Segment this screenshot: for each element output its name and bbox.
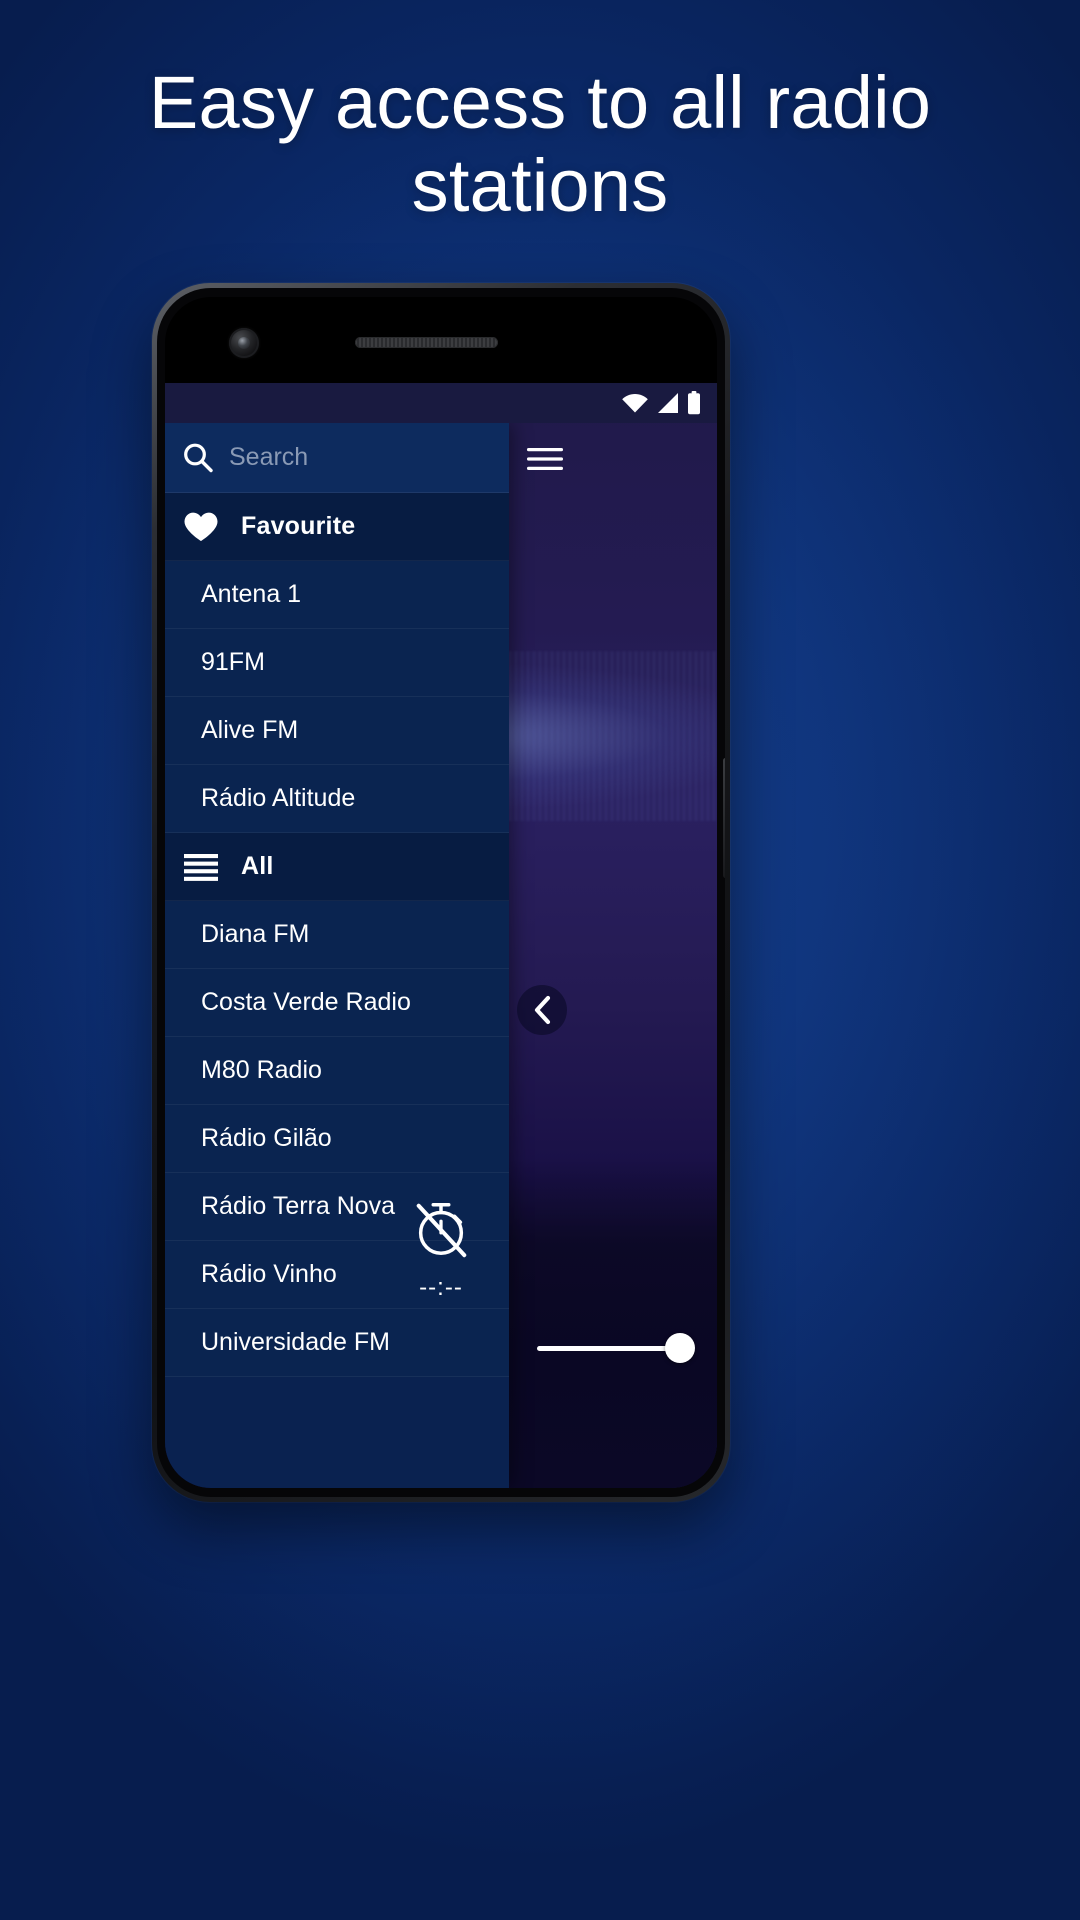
station-list-item[interactable]: Rádio Altitude [165,765,509,833]
section-label: All [241,852,274,880]
station-drawer: Favourite Antena 1 91FM Alive FM Rádio A… [165,423,551,1488]
front-camera-icon [229,328,259,358]
list-icon [183,853,221,881]
station-list-item[interactable]: Diana FM [165,901,509,969]
search-bar[interactable] [165,423,551,493]
page-headline: Easy access to all radio stations [148,61,932,227]
status-bar [165,383,717,423]
section-label: Favourite [241,512,356,540]
station-list-item[interactable]: Antena 1 [165,561,509,629]
search-icon [184,443,213,472]
wifi-icon [622,394,648,413]
earpiece-speaker [355,337,498,348]
station-list-item[interactable]: Alive FM [165,697,509,765]
volume-thumb[interactable] [665,1333,695,1363]
collapse-drawer-button[interactable] [517,985,567,1035]
phone-screen: --:-- Search Favourite Antena 1 91FM Ali… [165,297,717,1488]
station-list-item[interactable]: Universidade FM [165,1309,509,1377]
section-header-favourite[interactable]: Favourite [165,493,509,561]
section-header-all[interactable]: All [165,833,509,901]
phone-mockup: --:-- Search Favourite Antena 1 91FM Ali… [152,283,730,1502]
heart-icon [183,511,221,543]
search-input[interactable] [229,443,551,472]
cellular-signal-icon [658,393,678,413]
station-list-item[interactable]: Rádio Terra Nova [165,1173,509,1241]
station-list-item[interactable]: Costa Verde Radio [165,969,509,1037]
hamburger-menu-button[interactable] [517,439,573,479]
hamburger-menu-icon [527,448,563,470]
power-button[interactable] [723,758,725,878]
station-list-item[interactable]: Rádio Gilão [165,1105,509,1173]
battery-icon [688,391,700,415]
station-list-item[interactable]: 91FM [165,629,509,697]
volume-slider[interactable] [537,1333,695,1363]
volume-track[interactable] [537,1333,695,1363]
phone-bezel: --:-- Search Favourite Antena 1 91FM Ali… [157,288,725,1497]
station-list-item[interactable]: Rádio Vinho [165,1241,509,1309]
station-list-item[interactable]: M80 Radio [165,1037,509,1105]
radio-app: --:-- Search Favourite Antena 1 91FM Ali… [165,383,717,1488]
chevron-left-icon [534,995,551,1025]
